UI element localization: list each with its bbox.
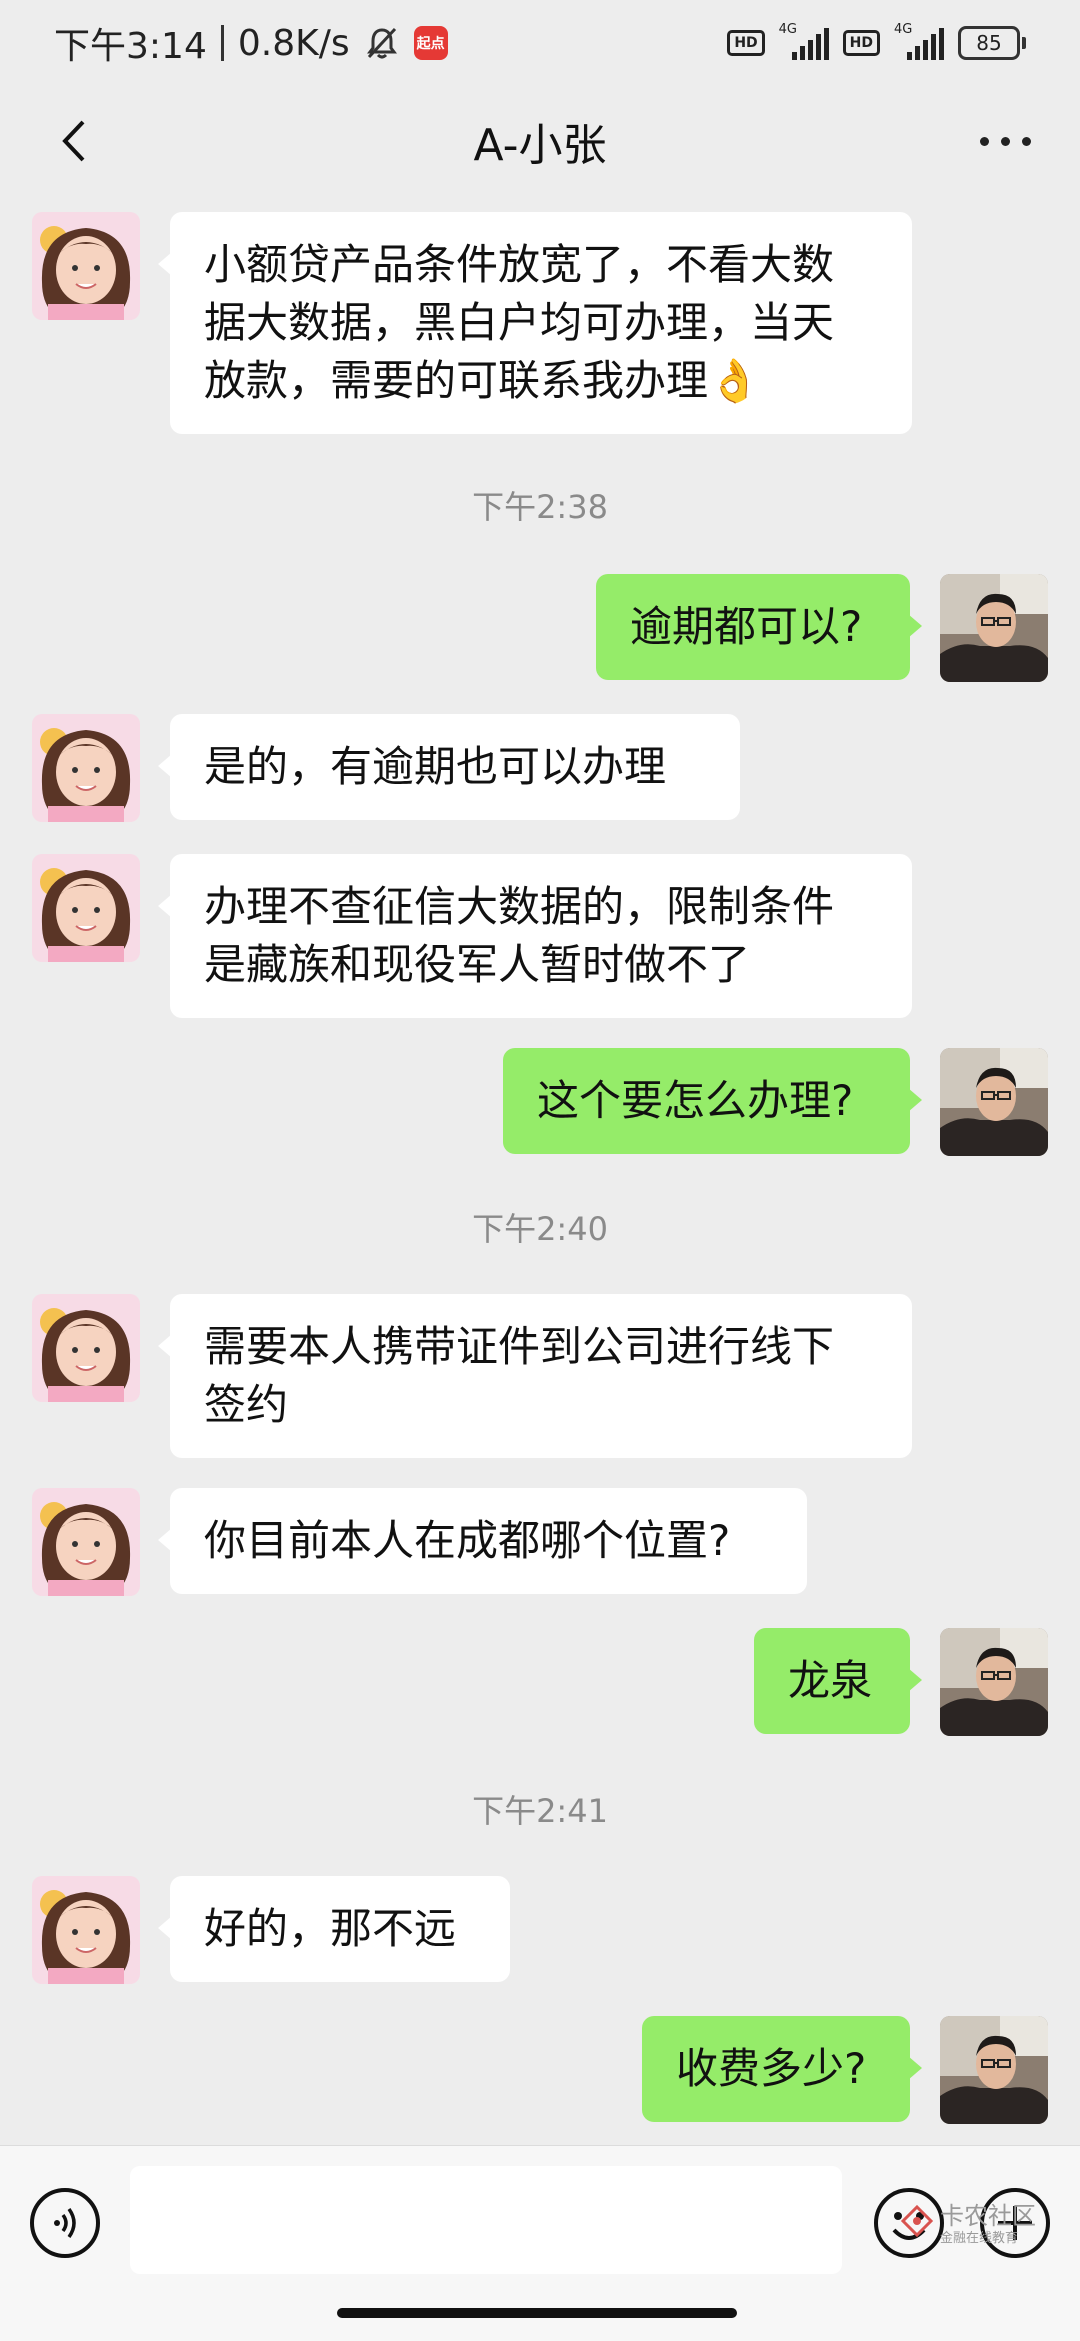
message-line: 据大数据，黑白户均可办理，当天 <box>204 298 835 347</box>
message-bubble-outgoing[interactable]: 逾期都可以? <box>596 574 922 680</box>
chat-header: A-小张 <box>0 86 1080 196</box>
watermark: 卡农社区 金融在线教育 <box>900 2196 1036 2246</box>
message-line: 是藏族和现役军人暂时做不了 <box>204 940 751 989</box>
battery-icon: 85 <box>958 26 1026 60</box>
chevron-left-icon <box>62 120 85 162</box>
signal-icon: 4G <box>894 22 944 60</box>
message-timestamp: 下午2:41 <box>472 1792 608 1830</box>
message-line: 放款，需要的可联系我办理👌 <box>204 356 761 405</box>
more-options-button[interactable] <box>960 86 1050 196</box>
message-timestamp: 下午2:38 <box>472 488 608 526</box>
message-bubble-incoming[interactable]: 好的，那不远 <box>158 1876 510 1982</box>
message-line: 签约 <box>204 1380 289 1429</box>
message-line: 小额贷产品条件放宽了，不看大数 <box>204 240 835 289</box>
watermark-logo-icon <box>900 2204 934 2238</box>
message-bubble-incoming[interactable]: 你目前本人在成都哪个位置? <box>158 1488 807 1594</box>
message-bubble-incoming[interactable]: 小额贷产品条件放宽了，不看大数 据大数据，黑白户均可办理，当天 放款，需要的可联… <box>158 212 912 434</box>
my-avatar[interactable] <box>940 1628 1048 1736</box>
message-line: 办理不查征信大数据的，限制条件 <box>204 882 835 931</box>
dot <box>979 136 989 146</box>
contact-avatar[interactable] <box>32 1876 140 1984</box>
hd-icon: HD <box>842 30 880 56</box>
message-bubble-incoming[interactable]: 办理不查征信大数据的，限制条件 是藏族和现役军人暂时做不了 <box>158 854 912 1018</box>
message-bubble-outgoing[interactable]: 龙泉 <box>754 1628 922 1734</box>
app-notification-icon: 起点 <box>413 26 448 60</box>
message-timestamp: 下午2:40 <box>472 1210 608 1248</box>
status-bar: 下午3:14 0.8K/s 起点 HD 4G HD 4G 85 <box>0 0 1080 86</box>
voice-button[interactable] <box>30 2188 100 2258</box>
contact-avatar[interactable] <box>32 714 140 822</box>
message-line: 需要本人携带证件到公司进行线下 <box>204 1322 835 1371</box>
message-input[interactable] <box>130 2166 842 2274</box>
battery-level: 85 <box>976 31 1002 55</box>
status-separator <box>220 25 224 61</box>
my-avatar[interactable] <box>940 574 1048 682</box>
message-bubble-incoming[interactable]: 是的，有逾期也可以办理 <box>158 714 740 820</box>
message-bubble-incoming[interactable]: 需要本人携带证件到公司进行线下 签约 <box>158 1294 912 1458</box>
contact-avatar[interactable] <box>32 212 140 320</box>
signal-icon: 4G <box>779 22 829 60</box>
my-avatar[interactable] <box>940 1048 1048 1156</box>
hd-icon: HD <box>727 30 765 56</box>
chat-title: A-小张 <box>473 120 607 171</box>
message-bubble-outgoing[interactable]: 收费多少? <box>642 2016 922 2122</box>
message-bubble-outgoing[interactable]: 这个要怎么办理? <box>503 1048 922 1154</box>
contact-avatar[interactable] <box>32 854 140 962</box>
network-speed: 0.8K/s <box>237 22 350 64</box>
home-indicator[interactable] <box>337 2308 737 2318</box>
dot <box>1021 136 1031 146</box>
watermark-main: 卡农社区 <box>940 2202 1036 2230</box>
contact-avatar[interactable] <box>32 1294 140 1402</box>
dot <box>1000 136 1010 146</box>
my-avatar[interactable] <box>940 2016 1048 2124</box>
status-time: 下午3:14 <box>54 26 207 67</box>
contact-avatar[interactable] <box>32 1488 140 1596</box>
back-button[interactable] <box>30 86 120 196</box>
voice-icon <box>54 2207 76 2239</box>
bell-muted-icon <box>366 27 397 59</box>
